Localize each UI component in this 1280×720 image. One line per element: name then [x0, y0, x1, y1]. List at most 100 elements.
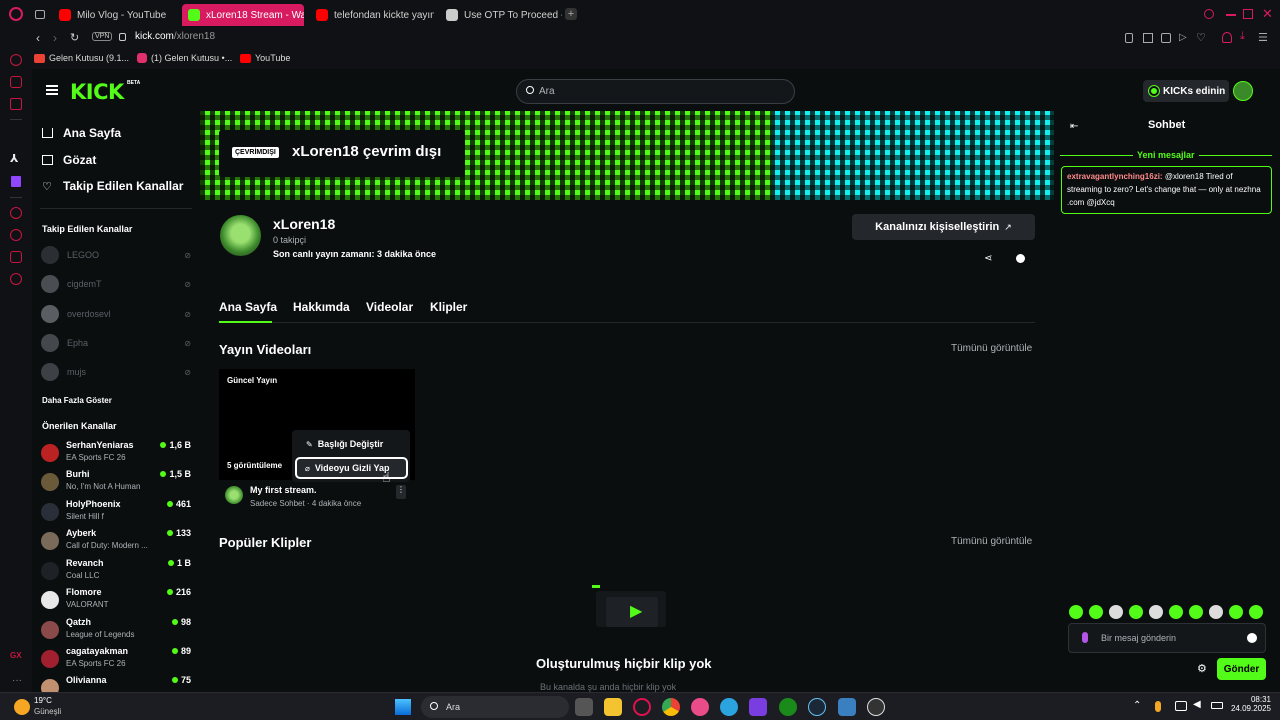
chrome-icon[interactable] — [662, 698, 680, 716]
chat-settings-icon[interactable]: ⚙ — [1197, 662, 1207, 675]
extensions-icon[interactable] — [10, 251, 22, 263]
bookmark-gmail[interactable]: Gelen Kutusu (9.1... — [34, 53, 129, 63]
app-icon[interactable] — [867, 698, 885, 716]
bookmark-instagram[interactable]: (1) Gelen Kutusu •... — [137, 53, 232, 63]
tab-telefondan[interactable]: telefondan kickte yayın y — [310, 4, 434, 26]
show-more-link[interactable]: Daha Fazla Göster — [42, 396, 112, 405]
opera-gx-taskbar-icon[interactable] — [633, 698, 651, 716]
recommended-channel[interactable]: Flomore VALORANT 216 — [41, 587, 191, 615]
followed-channel[interactable]: LEGOO ⊘ — [41, 245, 191, 265]
favorites-heart-icon[interactable]: ♡ — [1196, 31, 1206, 44]
menu-lines-icon[interactable]: ☰ — [1258, 31, 1268, 44]
tab-about[interactable]: Hakkımda — [293, 300, 350, 314]
send-button[interactable]: Gönder — [1217, 658, 1266, 680]
gx-icon[interactable]: GX — [10, 651, 22, 660]
emote-icon[interactable] — [1069, 605, 1083, 619]
maximize-icon[interactable] — [1243, 9, 1253, 19]
tab-clips[interactable]: Klipler — [430, 300, 467, 314]
forward-icon[interactable]: › — [53, 31, 57, 45]
tab-otp[interactable]: Use OTP To Proceed - bit — [440, 4, 562, 26]
task-view-icon[interactable] — [575, 698, 593, 716]
steam-icon[interactable] — [808, 698, 826, 716]
weather-widget[interactable]: 19°C Güneşli — [14, 696, 74, 718]
emote-icon[interactable] — [1089, 605, 1103, 619]
followed-channel[interactable]: cigdemT ⊘ — [41, 274, 191, 294]
search-tabs-icon[interactable] — [1204, 9, 1214, 19]
network-icon[interactable] — [1175, 701, 1187, 711]
followed-channel[interactable]: Epha ⊘ — [41, 333, 191, 353]
emote-icon[interactable] — [1169, 605, 1183, 619]
battery-icon[interactable] — [1211, 702, 1223, 709]
emote-icon[interactable] — [1149, 605, 1163, 619]
followed-channel[interactable]: mujs ⊘ — [41, 362, 191, 382]
easy-setup-icon[interactable] — [1161, 33, 1171, 43]
app-icon[interactable] — [691, 698, 709, 716]
app-icon[interactable] — [749, 698, 767, 716]
followed-channel[interactable]: overdosevl ⊘ — [41, 304, 191, 324]
recommended-channel[interactable]: Qatzh League of Legends 98 — [41, 617, 191, 645]
user-avatar[interactable] — [1233, 81, 1253, 101]
tab-home[interactable]: Ana Sayfa — [219, 300, 277, 314]
emote-icon[interactable] — [1109, 605, 1123, 619]
recommended-channel[interactable]: cagatayakman EA Sports FC 26 89 — [41, 646, 191, 674]
recommended-channel[interactable]: Olivianna 75 — [41, 675, 191, 692]
nav-home[interactable]: Ana Sayfa — [42, 126, 121, 140]
channel-avatar[interactable] — [220, 215, 261, 256]
emote-icon[interactable] — [1189, 605, 1203, 619]
mic-tray-icon[interactable] — [1155, 701, 1161, 712]
chat-input[interactable]: Bir mesaj gönderin — [1068, 623, 1266, 653]
clock[interactable]: 08:31 24.09.2025 — [1229, 695, 1271, 713]
hide-video-menu-item[interactable]: ⌀ Videoyu Gizli Yap — [295, 457, 408, 479]
close-window-icon[interactable]: ✕ — [1262, 6, 1273, 22]
emote-icon[interactable] — [1209, 605, 1223, 619]
emote-icon[interactable] — [1229, 605, 1243, 619]
kick-sidebar-icon[interactable]: ⅄ — [10, 152, 18, 165]
settings-icon[interactable] — [10, 273, 22, 285]
xbox-icon[interactable] — [779, 698, 797, 716]
recommended-channel[interactable]: Ayberk Call of Duty: Modern ... 133 — [41, 528, 191, 556]
vpn-badge[interactable]: VPN — [92, 32, 113, 41]
opera-logo-icon[interactable] — [9, 7, 23, 21]
twitch-icon[interactable] — [11, 176, 21, 187]
more-dots-icon[interactable]: ··· — [12, 675, 22, 686]
tab-kick-stream[interactable]: xLoren18 Stream - Watch — [182, 4, 304, 26]
tray-chevron-icon[interactable]: ⌃ — [1133, 700, 1141, 711]
volume-icon[interactable]: ◀ — [1193, 699, 1201, 710]
nav-following[interactable]: ♡ Takip Edilen Kanallar — [42, 179, 183, 193]
rename-menu-item[interactable]: ✎ Başlığı Değiştir — [296, 434, 406, 454]
bookmark-youtube[interactable]: YouTube — [240, 53, 290, 63]
kicks-button[interactable]: KICKs edinin — [1143, 80, 1229, 102]
tab-milo-vlog[interactable]: Milo Vlog - YouTube — [53, 4, 177, 26]
minimize-icon[interactable] — [1226, 14, 1236, 16]
url-field[interactable]: kick.com/xloren18 — [135, 31, 215, 42]
videos-view-all[interactable]: Tümünü görüntüle — [951, 343, 1032, 354]
chat-message[interactable]: extravagantlynching16zi: @xloren18 Tired… — [1061, 166, 1272, 214]
pin-icon[interactable] — [1125, 33, 1133, 43]
hamburger-menu-icon[interactable] — [46, 85, 58, 95]
user-edit-icon[interactable] — [1016, 254, 1025, 263]
video-title[interactable]: My first stream. — [250, 485, 317, 495]
clips-view-all[interactable]: Tümünü görüntüle — [951, 536, 1032, 547]
customize-channel-button[interactable]: Kanalınızı kişiselleştirin ↗ — [852, 214, 1035, 240]
profile-icon[interactable] — [1222, 32, 1232, 43]
emoji-icon[interactable] — [1247, 633, 1257, 643]
aria-icon[interactable] — [10, 54, 22, 66]
emote-icon[interactable] — [1129, 605, 1143, 619]
tab-islands-icon[interactable] — [35, 10, 45, 19]
nav-browse[interactable]: Gözat — [42, 153, 96, 167]
emote-icon[interactable] — [1249, 605, 1263, 619]
recommended-channel[interactable]: Burhi No, I'm Not A Human 1,5 B — [41, 469, 191, 497]
screenshot-icon[interactable] — [1143, 33, 1153, 43]
video-avatar[interactable] — [225, 486, 243, 504]
reload-icon[interactable]: ↻ — [70, 31, 79, 44]
file-explorer-icon[interactable] — [604, 698, 622, 716]
taskbar-search[interactable]: Ara — [421, 696, 569, 718]
download-icon[interactable]: ⤓ — [1240, 30, 1245, 43]
windows-start-icon[interactable] — [395, 699, 411, 715]
new-tab-icon[interactable]: + — [565, 8, 577, 20]
recommended-channel[interactable]: Revanch Coal LLC 1 B — [41, 558, 191, 586]
search-bar[interactable]: Ara — [516, 79, 795, 104]
back-icon[interactable]: ‹ — [36, 31, 40, 45]
mail-icon[interactable] — [10, 98, 22, 110]
messenger-icon[interactable] — [10, 76, 22, 88]
